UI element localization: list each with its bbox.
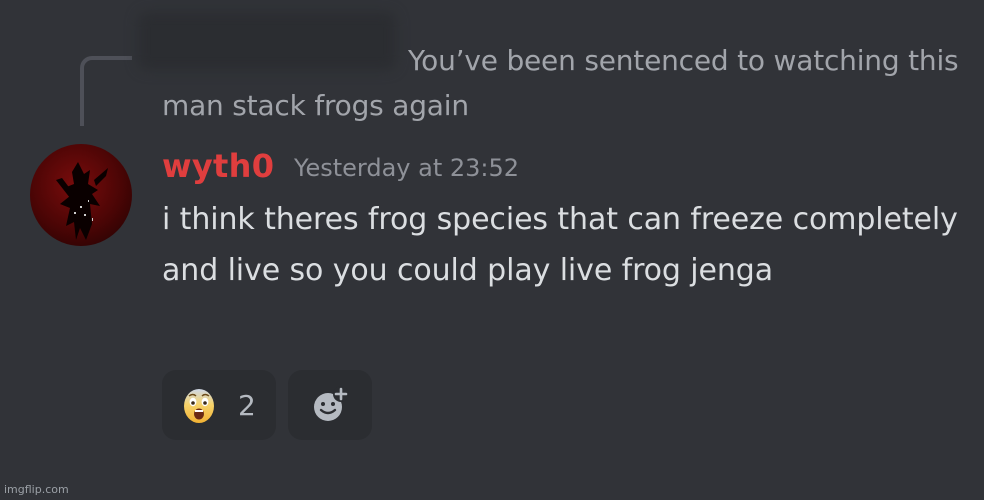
reaction-count: 2 (238, 388, 256, 422)
add-reaction-button[interactable] (288, 370, 372, 440)
reply-preview-text[interactable]: You’ve been sentenced to watching this m… (162, 38, 962, 128)
message-timestamp[interactable]: Yesterday at 23:52 (294, 151, 519, 185)
avatar[interactable] (30, 144, 132, 246)
fearful-face-icon (184, 389, 214, 423)
reply-spine (80, 56, 132, 126)
reaction-button[interactable]: 2 (162, 370, 276, 440)
message-author[interactable]: wyth0 (162, 144, 274, 188)
watermark: imgflip.com (4, 483, 69, 496)
add-reaction-icon (314, 386, 349, 421)
message-view: You’ve been sentenced to watching this m… (0, 0, 984, 500)
message-content: i think theres frog species that can fre… (162, 202, 958, 288)
avatar-silhouette-icon (56, 162, 108, 240)
